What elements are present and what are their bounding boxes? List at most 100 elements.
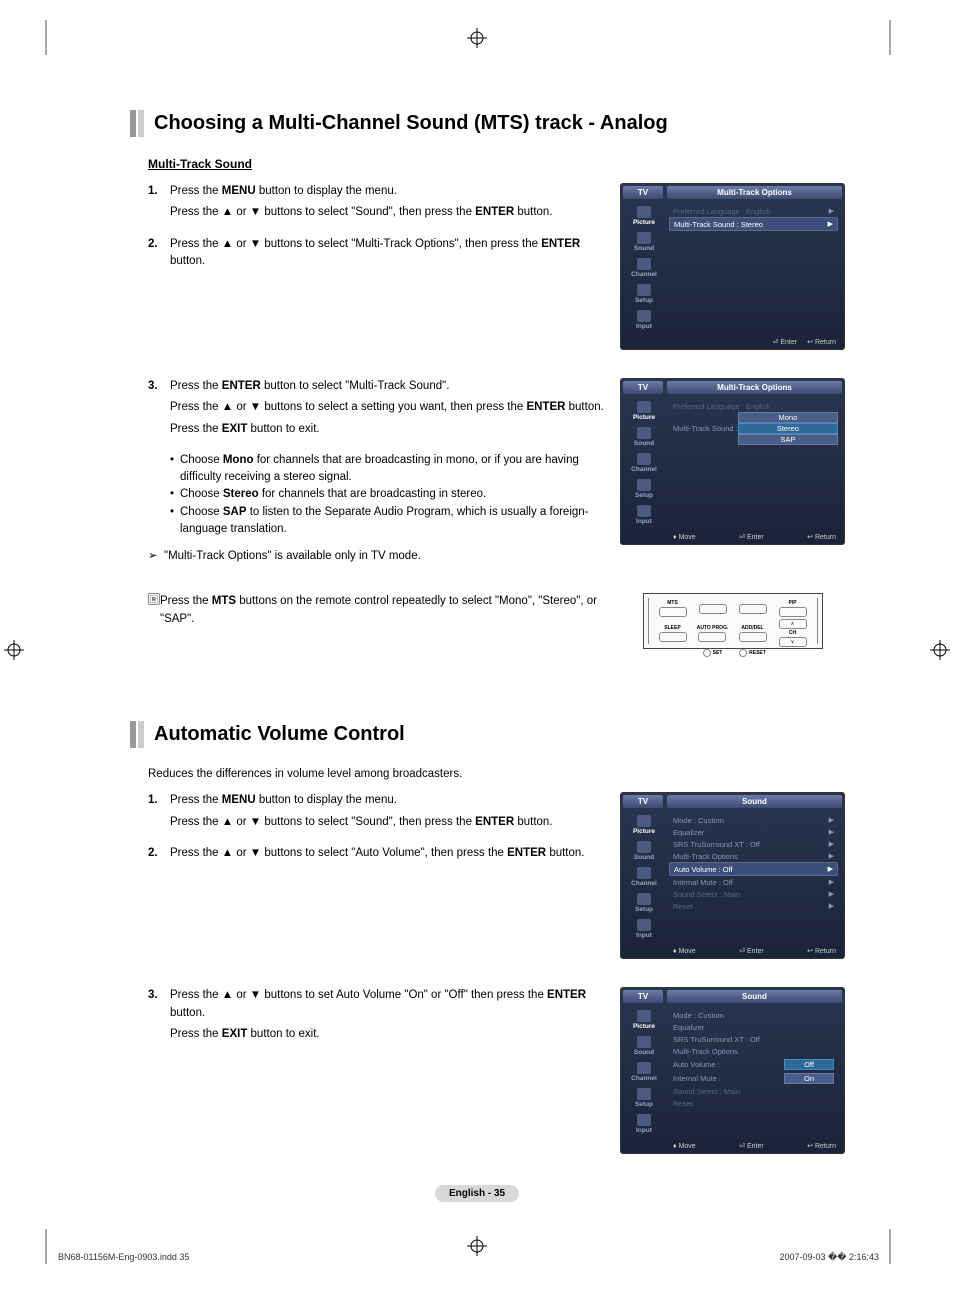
channel-icon xyxy=(637,867,651,879)
pip-button xyxy=(779,607,807,617)
enter-icon: ⏎ xyxy=(739,1142,745,1150)
picture-icon xyxy=(637,815,651,827)
osd-row: SRS TruSurround XT : Off xyxy=(669,1033,838,1045)
intro-text: Reduces the differences in volume level … xyxy=(148,768,845,780)
setup-icon xyxy=(637,284,651,296)
registration-mark-icon xyxy=(930,640,950,660)
chevron-right-icon: ▶ xyxy=(829,878,834,886)
osd-footer: ♦Move ⏎Enter ↩Return xyxy=(621,1139,844,1153)
osd-option-selected: Stereo xyxy=(738,423,838,434)
step-text: Press the ▲ or ▼ buttons to select "Mult… xyxy=(170,236,604,275)
osd-source-badge: TV xyxy=(623,381,663,394)
osd-row: Sound Select : Main xyxy=(669,1085,838,1097)
reset-button-icon xyxy=(739,649,747,657)
osd-title: Multi-Track Options xyxy=(667,186,842,199)
osd-row: Mode : Custom xyxy=(669,1009,838,1021)
osd-row: SRS TruSurround XT : Off▶ xyxy=(669,838,838,850)
remote-button xyxy=(699,604,727,614)
chevron-right-icon: ▶ xyxy=(829,816,834,824)
setup-icon xyxy=(637,893,651,905)
input-icon xyxy=(637,505,651,517)
osd-row-label: Multi-Track Sound : xyxy=(669,412,738,445)
chevron-right-icon: ▶ xyxy=(828,865,833,873)
move-icon: ♦ xyxy=(673,1143,677,1150)
osd-footer: ♦Move ⏎Enter ↩Return xyxy=(621,944,844,958)
remote-button-icon: 🅁 xyxy=(148,593,160,605)
chevron-right-icon: ▶ xyxy=(829,207,834,215)
sound-icon xyxy=(637,1036,651,1048)
crop-mark xyxy=(45,20,47,55)
crop-mark xyxy=(45,1229,47,1264)
osd-row: Multi-Track Options ▶ xyxy=(669,850,838,862)
return-icon: ↩ xyxy=(807,533,813,541)
osd-row: Internal Mute : Off▶ xyxy=(669,876,838,888)
osd-footer: ♦Move ⏎Enter ↩Return xyxy=(621,530,844,544)
osd-panel-multitrack-options: TV Multi-Track Options Picture Sound Cha… xyxy=(620,183,845,350)
osd-title: Multi-Track Options xyxy=(667,381,842,394)
mts-button xyxy=(659,607,687,617)
step-text: Press the MENU button to display the men… xyxy=(170,183,604,226)
step-text: Press the ▲ or ▼ buttons to set Auto Vol… xyxy=(170,987,604,1047)
crop-mark xyxy=(889,1229,891,1264)
osd-row-selected: Auto Volume : Off▶ xyxy=(669,862,838,876)
osd-title: Sound xyxy=(667,990,842,1003)
step-text: Press the ▲ or ▼ buttons to select "Auto… xyxy=(170,845,604,866)
step-text: Press the ENTER button to select "Multi-… xyxy=(170,378,604,442)
return-icon: ↩ xyxy=(807,1142,813,1150)
channel-icon xyxy=(637,453,651,465)
return-icon: ↩ xyxy=(807,338,813,346)
osd-row: Preferred Language : English xyxy=(669,400,838,412)
remote-control-diagram: MTS PIP SLEEP AUTO PROG. ADD/DEL ∧CH∨ SE… xyxy=(643,593,823,649)
registration-mark-icon xyxy=(4,640,24,660)
remote-button xyxy=(739,604,767,614)
note-text: ➢ "Multi-Track Options" is available onl… xyxy=(148,548,604,565)
autoprog-button xyxy=(698,632,726,642)
picture-icon xyxy=(637,401,651,413)
chevron-right-icon: ▶ xyxy=(829,902,834,910)
channel-icon xyxy=(637,1062,651,1074)
input-icon xyxy=(637,919,651,931)
chevron-right-icon: ▶ xyxy=(829,852,834,860)
crop-mark xyxy=(889,20,891,55)
step-number: 1. xyxy=(148,183,170,226)
section-title: Automatic Volume Control xyxy=(154,721,405,748)
osd-footer: ⏎Enter ↩Return xyxy=(621,335,844,349)
osd-source-badge: TV xyxy=(623,795,663,808)
osd-row: Reset ▶ xyxy=(669,900,838,912)
osd-sidebar: Picture Sound Channel Setup Input xyxy=(621,1005,667,1139)
osd-row: Reset xyxy=(669,1097,838,1109)
sound-icon xyxy=(637,841,651,853)
move-icon: ♦ xyxy=(673,948,677,955)
section-title: Choosing a Multi-Channel Sound (MTS) tra… xyxy=(154,110,668,137)
chevron-right-icon: ▶ xyxy=(829,890,834,898)
sleep-button xyxy=(659,632,687,642)
chevron-right-icon: ▶ xyxy=(829,840,834,848)
step-number: 3. xyxy=(148,378,170,442)
picture-icon xyxy=(637,206,651,218)
ch-up-button: ∧ xyxy=(779,619,807,629)
osd-row-selected: Multi-Track Sound : Stereo▶ xyxy=(669,217,838,231)
osd-panel-sound-autovolume: TV Sound Picture Sound Channel Setup Inp… xyxy=(620,987,845,1154)
title-accent-bar xyxy=(130,110,136,137)
osd-sidebar: Picture Sound Channel Setup Input xyxy=(621,396,667,530)
title-accent-bar xyxy=(138,110,144,137)
osd-sidebar: Picture Sound Channel Setup Input xyxy=(621,201,667,335)
step-number: 3. xyxy=(148,987,170,1047)
osd-row: Preferred Language : English▶ xyxy=(669,205,838,217)
adddel-button xyxy=(739,632,767,642)
enter-icon: ⏎ xyxy=(773,338,779,346)
move-icon: ♦ xyxy=(673,534,677,541)
setup-icon xyxy=(637,479,651,491)
osd-option: SAP xyxy=(738,434,838,445)
registration-mark-icon xyxy=(467,28,487,48)
footer-timestamp: 2007-09-03 �� 2:16:43 xyxy=(779,1252,879,1263)
osd-row: Internal Mute :On xyxy=(669,1071,838,1085)
osd-row: Equalizer xyxy=(669,1021,838,1033)
osd-panel-multitrack-sound: TV Multi-Track Options Picture Sound Cha… xyxy=(620,378,845,545)
bullet-list: Choose Mono for channels that are broadc… xyxy=(170,452,604,538)
set-button-icon xyxy=(703,649,711,657)
setup-icon xyxy=(637,1088,651,1100)
chevron-right-icon: ▶ xyxy=(829,828,834,836)
osd-title: Sound xyxy=(667,795,842,808)
step-number: 2. xyxy=(148,236,170,275)
